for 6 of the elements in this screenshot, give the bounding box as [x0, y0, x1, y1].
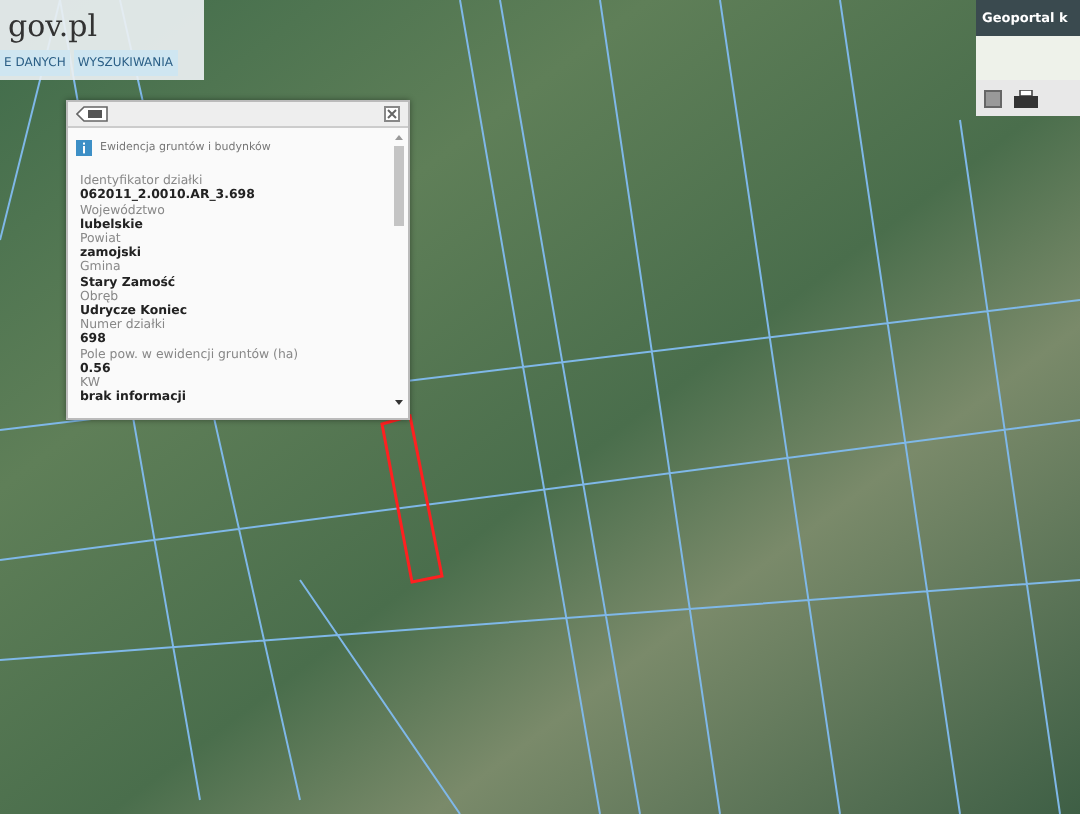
grid-icon[interactable]	[984, 89, 1002, 108]
back-icon[interactable]	[76, 106, 108, 122]
info-icon	[76, 140, 92, 157]
close-icon[interactable]	[384, 106, 400, 122]
site-logo: gov.pl	[6, 8, 99, 44]
printer-icon[interactable]	[1014, 89, 1038, 108]
